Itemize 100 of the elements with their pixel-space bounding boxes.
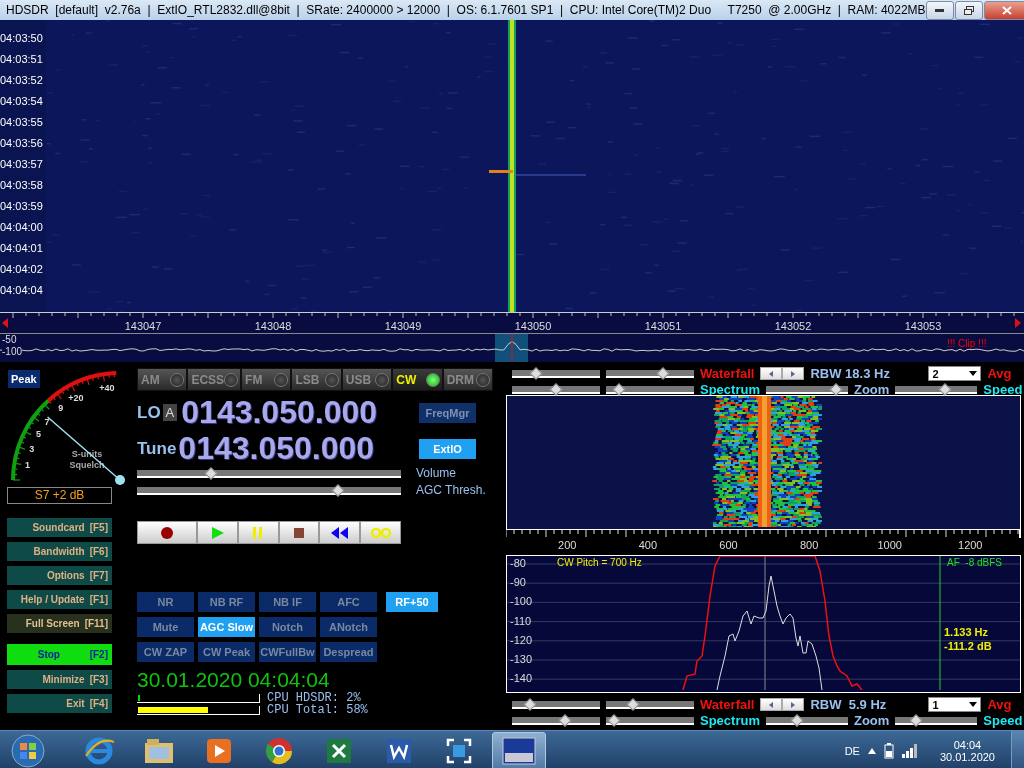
slider[interactable] — [137, 467, 401, 479]
time-label: 04:03:54 — [0, 94, 44, 109]
function-button[interactable]: Help / Update [F1] — [7, 590, 112, 609]
slider-thumb[interactable] — [656, 367, 670, 380]
close-icon — [1001, 5, 1012, 15]
slider-thumb[interactable] — [529, 367, 543, 380]
app-icon[interactable] — [492, 732, 546, 768]
freqmgr-button[interactable]: FreqMgr — [419, 402, 476, 423]
spin-right-button[interactable] — [782, 698, 805, 711]
slider[interactable] — [765, 715, 848, 726]
scroll-right-icon[interactable] — [1015, 318, 1021, 328]
dsp-button[interactable]: CW Peak — [198, 642, 255, 662]
slider[interactable] — [606, 699, 694, 710]
dsp-button[interactable]: NB RF — [198, 592, 255, 612]
slider[interactable] — [512, 699, 600, 710]
transport-button[interactable] — [278, 521, 320, 544]
slider-thumb[interactable] — [909, 714, 923, 727]
time-label: 04:03:59 — [0, 199, 44, 214]
mode-button[interactable]: USB — [341, 368, 393, 391]
scale-label: +20 — [68, 393, 84, 403]
slider[interactable] — [512, 384, 600, 395]
dsp-button[interactable]: Notch — [259, 617, 316, 637]
extio-button[interactable]: ExtIO — [419, 438, 476, 459]
restore-icon — [963, 5, 974, 15]
vfo-button[interactable]: A — [162, 404, 178, 421]
battery-icon[interactable] — [883, 743, 894, 759]
mode-button[interactable]: DRM — [442, 368, 494, 391]
stop-icon — [294, 527, 305, 538]
slider[interactable] — [606, 384, 694, 395]
slider[interactable] — [606, 368, 694, 379]
function-button[interactable]: Minimize [F3] — [7, 670, 112, 689]
slider-thumb[interactable] — [607, 714, 621, 727]
caret-icon — [969, 371, 978, 376]
dsp-button[interactable]: AGC Slow — [198, 617, 255, 637]
frequency-label: 143051 — [643, 319, 683, 333]
dsp-button[interactable]: ANotch — [320, 617, 377, 637]
slider[interactable] — [895, 715, 978, 726]
mode-button[interactable]: CW — [392, 368, 443, 391]
peak-button[interactable]: Peak — [8, 370, 40, 388]
average-dropdown[interactable]: 1 — [928, 697, 982, 712]
slider-thumb[interactable] — [523, 698, 536, 711]
maximize-button[interactable] — [954, 0, 983, 20]
spin-left-button[interactable] — [760, 367, 783, 380]
minimize-button[interactable] — [925, 0, 954, 20]
function-button[interactable]: Stop [F2] — [7, 644, 112, 665]
audio-frequency-label: 600 — [718, 538, 739, 553]
transport-button[interactable] — [137, 521, 198, 544]
slider[interactable] — [606, 715, 694, 726]
function-button[interactable]: Soundcard [F5] — [7, 518, 112, 537]
time-label: 04:03:55 — [0, 115, 44, 130]
dsp-button[interactable]: Despread — [320, 642, 377, 662]
slider-thumb[interactable] — [612, 383, 626, 396]
audio-frequency-label: 800 — [798, 538, 820, 553]
show-desktop-button[interactable] — [1011, 731, 1024, 768]
start-button[interactable] — [8, 732, 48, 768]
mode-button[interactable]: LSB — [291, 368, 342, 391]
transport-button[interactable] — [319, 521, 361, 544]
slider-thumb[interactable] — [829, 383, 842, 396]
slider-thumb[interactable] — [938, 383, 951, 396]
dsp-button[interactable]: Mute — [137, 617, 194, 637]
mode-button[interactable]: AM — [137, 368, 188, 391]
scale-label: 1 — [24, 459, 30, 470]
signal-reading: S7 +2 dB — [7, 487, 112, 504]
slider[interactable] — [512, 715, 600, 726]
language-indicator[interactable]: DE — [844, 745, 860, 757]
mode-button[interactable]: FM — [241, 368, 292, 391]
average-dropdown[interactable]: 2 — [928, 366, 982, 381]
slider-thumb[interactable] — [626, 698, 640, 711]
af-level: AF -8 dBFS — [947, 557, 1002, 568]
close-button[interactable] — [983, 0, 1024, 20]
dsp-button[interactable]: NB IF — [259, 592, 316, 612]
play-icon — [210, 525, 225, 540]
signal-icon[interactable] — [901, 744, 918, 758]
tray-arrow-icon[interactable] — [867, 748, 876, 754]
slider-thumb[interactable] — [549, 383, 563, 396]
spin-right-button[interactable] — [782, 367, 805, 380]
mode-button[interactable]: ECSS — [187, 368, 242, 391]
function-button[interactable]: Bandwidth [F6] — [7, 542, 112, 561]
dsp-button[interactable]: CW ZAP — [137, 642, 194, 662]
dsp-button[interactable]: RF+50 — [386, 592, 438, 612]
slider-thumb[interactable] — [558, 714, 572, 727]
slider[interactable] — [137, 484, 401, 496]
slider[interactable] — [512, 368, 600, 379]
dsp-button[interactable]: AFC — [320, 592, 377, 612]
slider-thumb[interactable] — [790, 714, 804, 727]
spin-left-button[interactable] — [760, 698, 783, 711]
lo-frequency[interactable]: 0143.050.000 — [181, 396, 378, 429]
taskbar-time[interactable]: 04:04 — [953, 739, 982, 751]
dsp-button[interactable]: CWFullBw — [259, 642, 316, 662]
tune-frequency[interactable]: 0143.050.000 — [178, 432, 375, 465]
taskbar-date[interactable]: 30.01.2020 — [939, 751, 995, 763]
tune-label: Tune — [137, 438, 177, 459]
function-button[interactable]: Exit [F4] — [7, 694, 112, 713]
dsp-button[interactable]: NR — [137, 592, 194, 612]
slider-thumb[interactable] — [204, 466, 218, 480]
slider[interactable] — [895, 384, 978, 395]
function-button[interactable]: Full Screen [F11] — [7, 614, 112, 633]
scroll-left-icon[interactable] — [2, 318, 8, 328]
function-button[interactable]: Options [F7] — [7, 566, 112, 585]
slider[interactable] — [765, 384, 848, 395]
